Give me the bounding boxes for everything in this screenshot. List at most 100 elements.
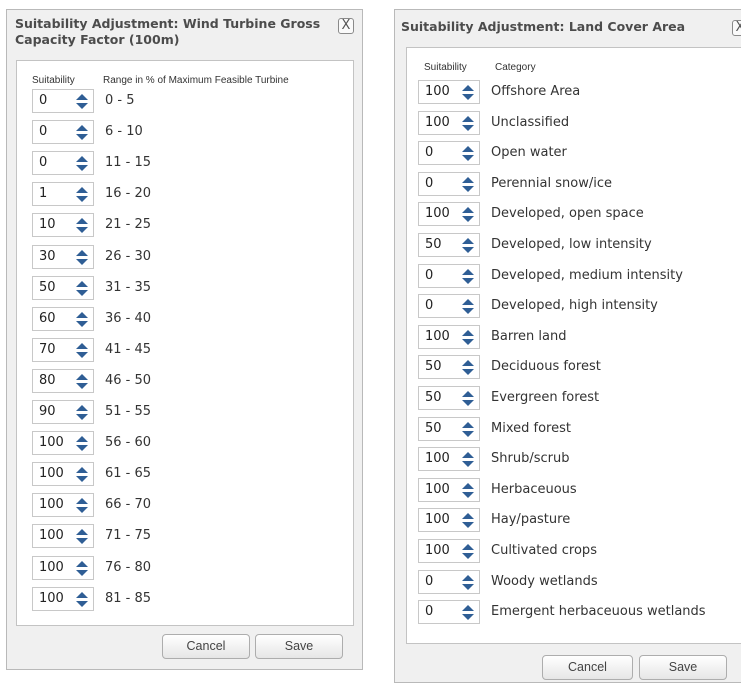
spinner-down-icon[interactable] [462, 369, 474, 376]
suitability-spinner[interactable]: 50 [32, 275, 94, 300]
suitability-value[interactable]: 90 [39, 404, 56, 420]
spinner-up-icon[interactable] [462, 452, 474, 459]
suitability-spinner[interactable]: 100 [32, 555, 94, 580]
suitability-spinner[interactable]: 100 [32, 524, 94, 549]
spinner-up-icon[interactable] [462, 482, 474, 489]
spinner-buttons[interactable] [74, 248, 90, 266]
suitability-value[interactable]: 100 [39, 466, 64, 482]
spinner-down-icon[interactable] [76, 103, 88, 109]
spinner-buttons[interactable] [74, 403, 90, 421]
suitability-value[interactable]: 100 [39, 591, 64, 607]
spinner-up-icon[interactable] [76, 529, 88, 536]
spinner-up-icon[interactable] [462, 115, 474, 122]
spinner-up-icon[interactable] [462, 146, 474, 153]
spinner-buttons[interactable] [460, 358, 476, 376]
suitability-spinner[interactable]: 0 [418, 600, 480, 625]
close-icon[interactable]: X [732, 20, 741, 36]
spinner-buttons[interactable] [74, 310, 90, 328]
spinner-buttons[interactable] [460, 175, 476, 193]
spinner-buttons[interactable] [460, 603, 476, 621]
suitability-value[interactable]: 100 [39, 497, 64, 513]
suitability-value[interactable]: 50 [425, 359, 442, 375]
suitability-value[interactable]: 0 [39, 124, 47, 140]
spinner-buttons[interactable] [460, 420, 476, 438]
suitability-spinner[interactable]: 100 [32, 586, 94, 611]
spinner-down-icon[interactable] [462, 124, 474, 131]
suitability-spinner[interactable]: 100 [32, 493, 94, 518]
suitability-value[interactable]: 100 [425, 115, 450, 131]
spinner-down-icon[interactable] [462, 277, 474, 284]
spinner-buttons[interactable] [460, 267, 476, 285]
suitability-value[interactable]: 60 [39, 311, 56, 327]
suitability-spinner[interactable]: 100 [418, 110, 480, 135]
suitability-spinner[interactable]: 0 [32, 89, 94, 113]
spinner-down-icon[interactable] [462, 308, 474, 315]
save-button[interactable]: Save [639, 655, 727, 680]
spinner-buttons[interactable] [74, 154, 90, 172]
spinner-down-icon[interactable] [76, 414, 88, 420]
spinner-down-icon[interactable] [76, 227, 88, 234]
suitability-value[interactable]: 100 [39, 560, 64, 576]
spinner-buttons[interactable] [74, 559, 90, 577]
suitability-spinner[interactable]: 1 [32, 182, 94, 207]
suitability-value[interactable]: 80 [39, 373, 56, 389]
spinner-up-icon[interactable] [462, 299, 474, 306]
suitability-spinner[interactable]: 10 [32, 213, 94, 238]
suitability-spinner[interactable]: 100 [32, 462, 94, 487]
spinner-buttons[interactable] [460, 450, 476, 468]
suitability-spinner[interactable]: 70 [32, 337, 94, 362]
spinner-down-icon[interactable] [462, 430, 474, 437]
suitability-spinner[interactable]: 100 [418, 447, 480, 472]
suitability-value[interactable]: 100 [425, 451, 450, 467]
spinner-down-icon[interactable] [76, 165, 88, 172]
suitability-value[interactable]: 50 [425, 390, 442, 406]
spinner-buttons[interactable] [460, 481, 476, 499]
spinner-down-icon[interactable] [462, 338, 474, 345]
suitability-value[interactable]: 0 [39, 155, 47, 171]
spinner-down-icon[interactable] [76, 351, 88, 358]
spinner-up-icon[interactable] [462, 329, 474, 336]
suitability-value[interactable]: 0 [425, 574, 433, 590]
suitability-value[interactable]: 30 [39, 249, 56, 265]
spinner-up-icon[interactable] [76, 311, 88, 318]
suitability-spinner[interactable]: 0 [32, 151, 94, 176]
suitability-spinner[interactable]: 90 [32, 400, 94, 424]
spinner-buttons[interactable] [460, 205, 476, 223]
cancel-button[interactable]: Cancel [542, 655, 633, 680]
suitability-value[interactable]: 0 [425, 145, 433, 161]
suitability-spinner[interactable]: 80 [32, 368, 94, 393]
suitability-value[interactable]: 1 [39, 186, 47, 202]
spinner-up-icon[interactable] [76, 342, 88, 349]
spinner-down-icon[interactable] [76, 445, 88, 452]
suitability-spinner[interactable]: 100 [32, 431, 94, 456]
suitability-value[interactable]: 0 [425, 176, 433, 192]
spinner-down-icon[interactable] [462, 247, 474, 253]
suitability-spinner[interactable]: 100 [418, 324, 480, 349]
spinner-down-icon[interactable] [462, 522, 474, 529]
spinner-buttons[interactable] [74, 279, 90, 297]
spinner-buttons[interactable] [74, 92, 90, 110]
spinner-buttons[interactable] [74, 341, 90, 359]
spinner-up-icon[interactable] [462, 513, 474, 520]
suitability-value[interactable]: 100 [425, 543, 450, 559]
spinner-down-icon[interactable] [462, 553, 474, 559]
spinner-up-icon[interactable] [462, 268, 474, 275]
suitability-value[interactable]: 100 [425, 329, 450, 345]
suitability-spinner[interactable]: 0 [418, 294, 480, 319]
suitability-spinner[interactable]: 100 [418, 539, 480, 563]
suitability-value[interactable]: 50 [425, 237, 442, 253]
spinner-up-icon[interactable] [76, 467, 88, 474]
suitability-value[interactable]: 100 [425, 206, 450, 222]
suitability-value[interactable]: 70 [39, 342, 56, 358]
cancel-button[interactable]: Cancel [162, 634, 250, 659]
spinner-down-icon[interactable] [76, 196, 88, 203]
suitability-value[interactable]: 0 [39, 93, 47, 109]
spinner-buttons[interactable] [460, 297, 476, 315]
spinner-down-icon[interactable] [462, 400, 474, 406]
spinner-buttons[interactable] [74, 372, 90, 390]
suitability-spinner[interactable]: 100 [418, 80, 480, 104]
suitability-value[interactable]: 100 [425, 84, 450, 100]
spinner-up-icon[interactable] [462, 421, 474, 428]
spinner-buttons[interactable] [460, 389, 476, 407]
spinner-down-icon[interactable] [462, 461, 474, 468]
